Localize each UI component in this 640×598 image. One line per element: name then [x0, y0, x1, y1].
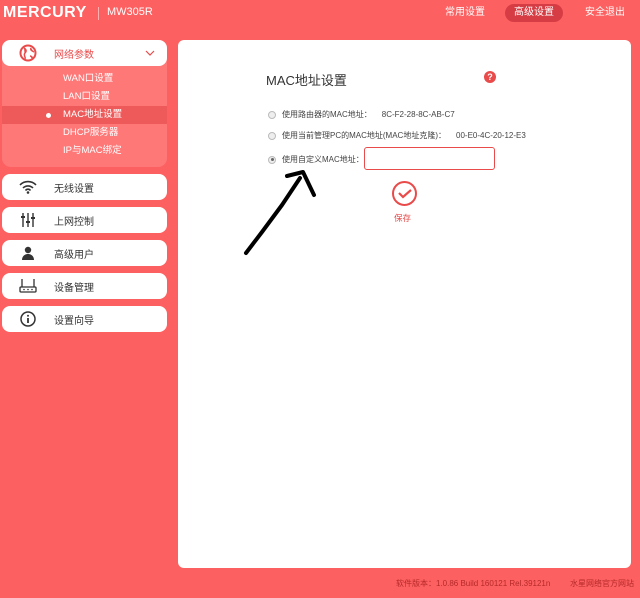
firmware-version: 软件版本：1.0.86 Build 160121 Rel.39121n	[396, 579, 551, 588]
official-site-link[interactable]: 水星网络官方网站	[570, 578, 634, 589]
hand-drawn-arrow-icon	[244, 170, 316, 255]
